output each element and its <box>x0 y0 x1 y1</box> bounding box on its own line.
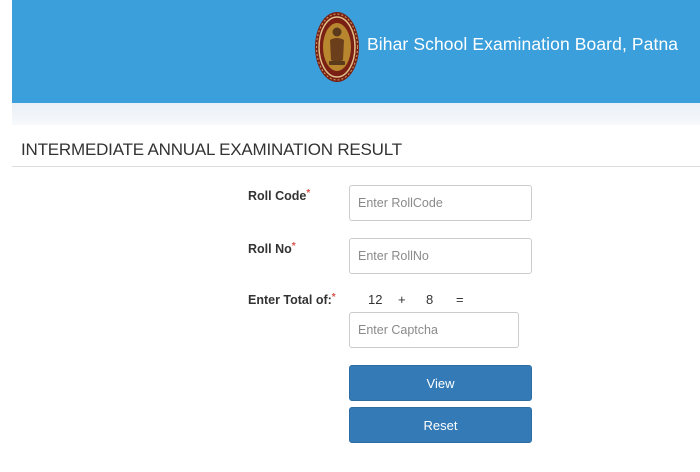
roll-no-input[interactable] <box>349 238 532 274</box>
view-button[interactable]: View <box>349 365 532 401</box>
header-bottom-strip <box>12 103 700 125</box>
roll-no-label: Roll No* <box>248 241 296 256</box>
required-mark: * <box>291 241 296 252</box>
required-mark: * <box>306 188 311 199</box>
roll-code-input[interactable] <box>349 185 532 221</box>
roll-code-label-text: Roll Code <box>248 189 307 203</box>
captcha-question: 12 +8 = <box>368 292 464 307</box>
captcha-equals: = <box>456 292 464 307</box>
reset-button[interactable]: Reset <box>349 407 532 443</box>
page-title: INTERMEDIATE ANNUAL EXAMINATION RESULT <box>21 140 402 159</box>
required-mark: * <box>331 292 336 303</box>
captcha-operand-a: 12 <box>368 292 383 307</box>
captcha-input[interactable] <box>349 312 519 348</box>
captcha-operator: + <box>398 292 406 307</box>
captcha-label: Enter Total of:* <box>248 292 336 307</box>
roll-code-label: Roll Code* <box>248 188 311 203</box>
captcha-operand-b: 8 <box>426 292 434 307</box>
board-title: Bihar School Examination Board, Patna <box>367 34 679 54</box>
captcha-label-text: Enter Total of: <box>248 293 332 307</box>
bseb-emblem-icon <box>314 10 360 84</box>
title-divider <box>12 166 700 167</box>
roll-no-label-text: Roll No <box>248 242 292 256</box>
